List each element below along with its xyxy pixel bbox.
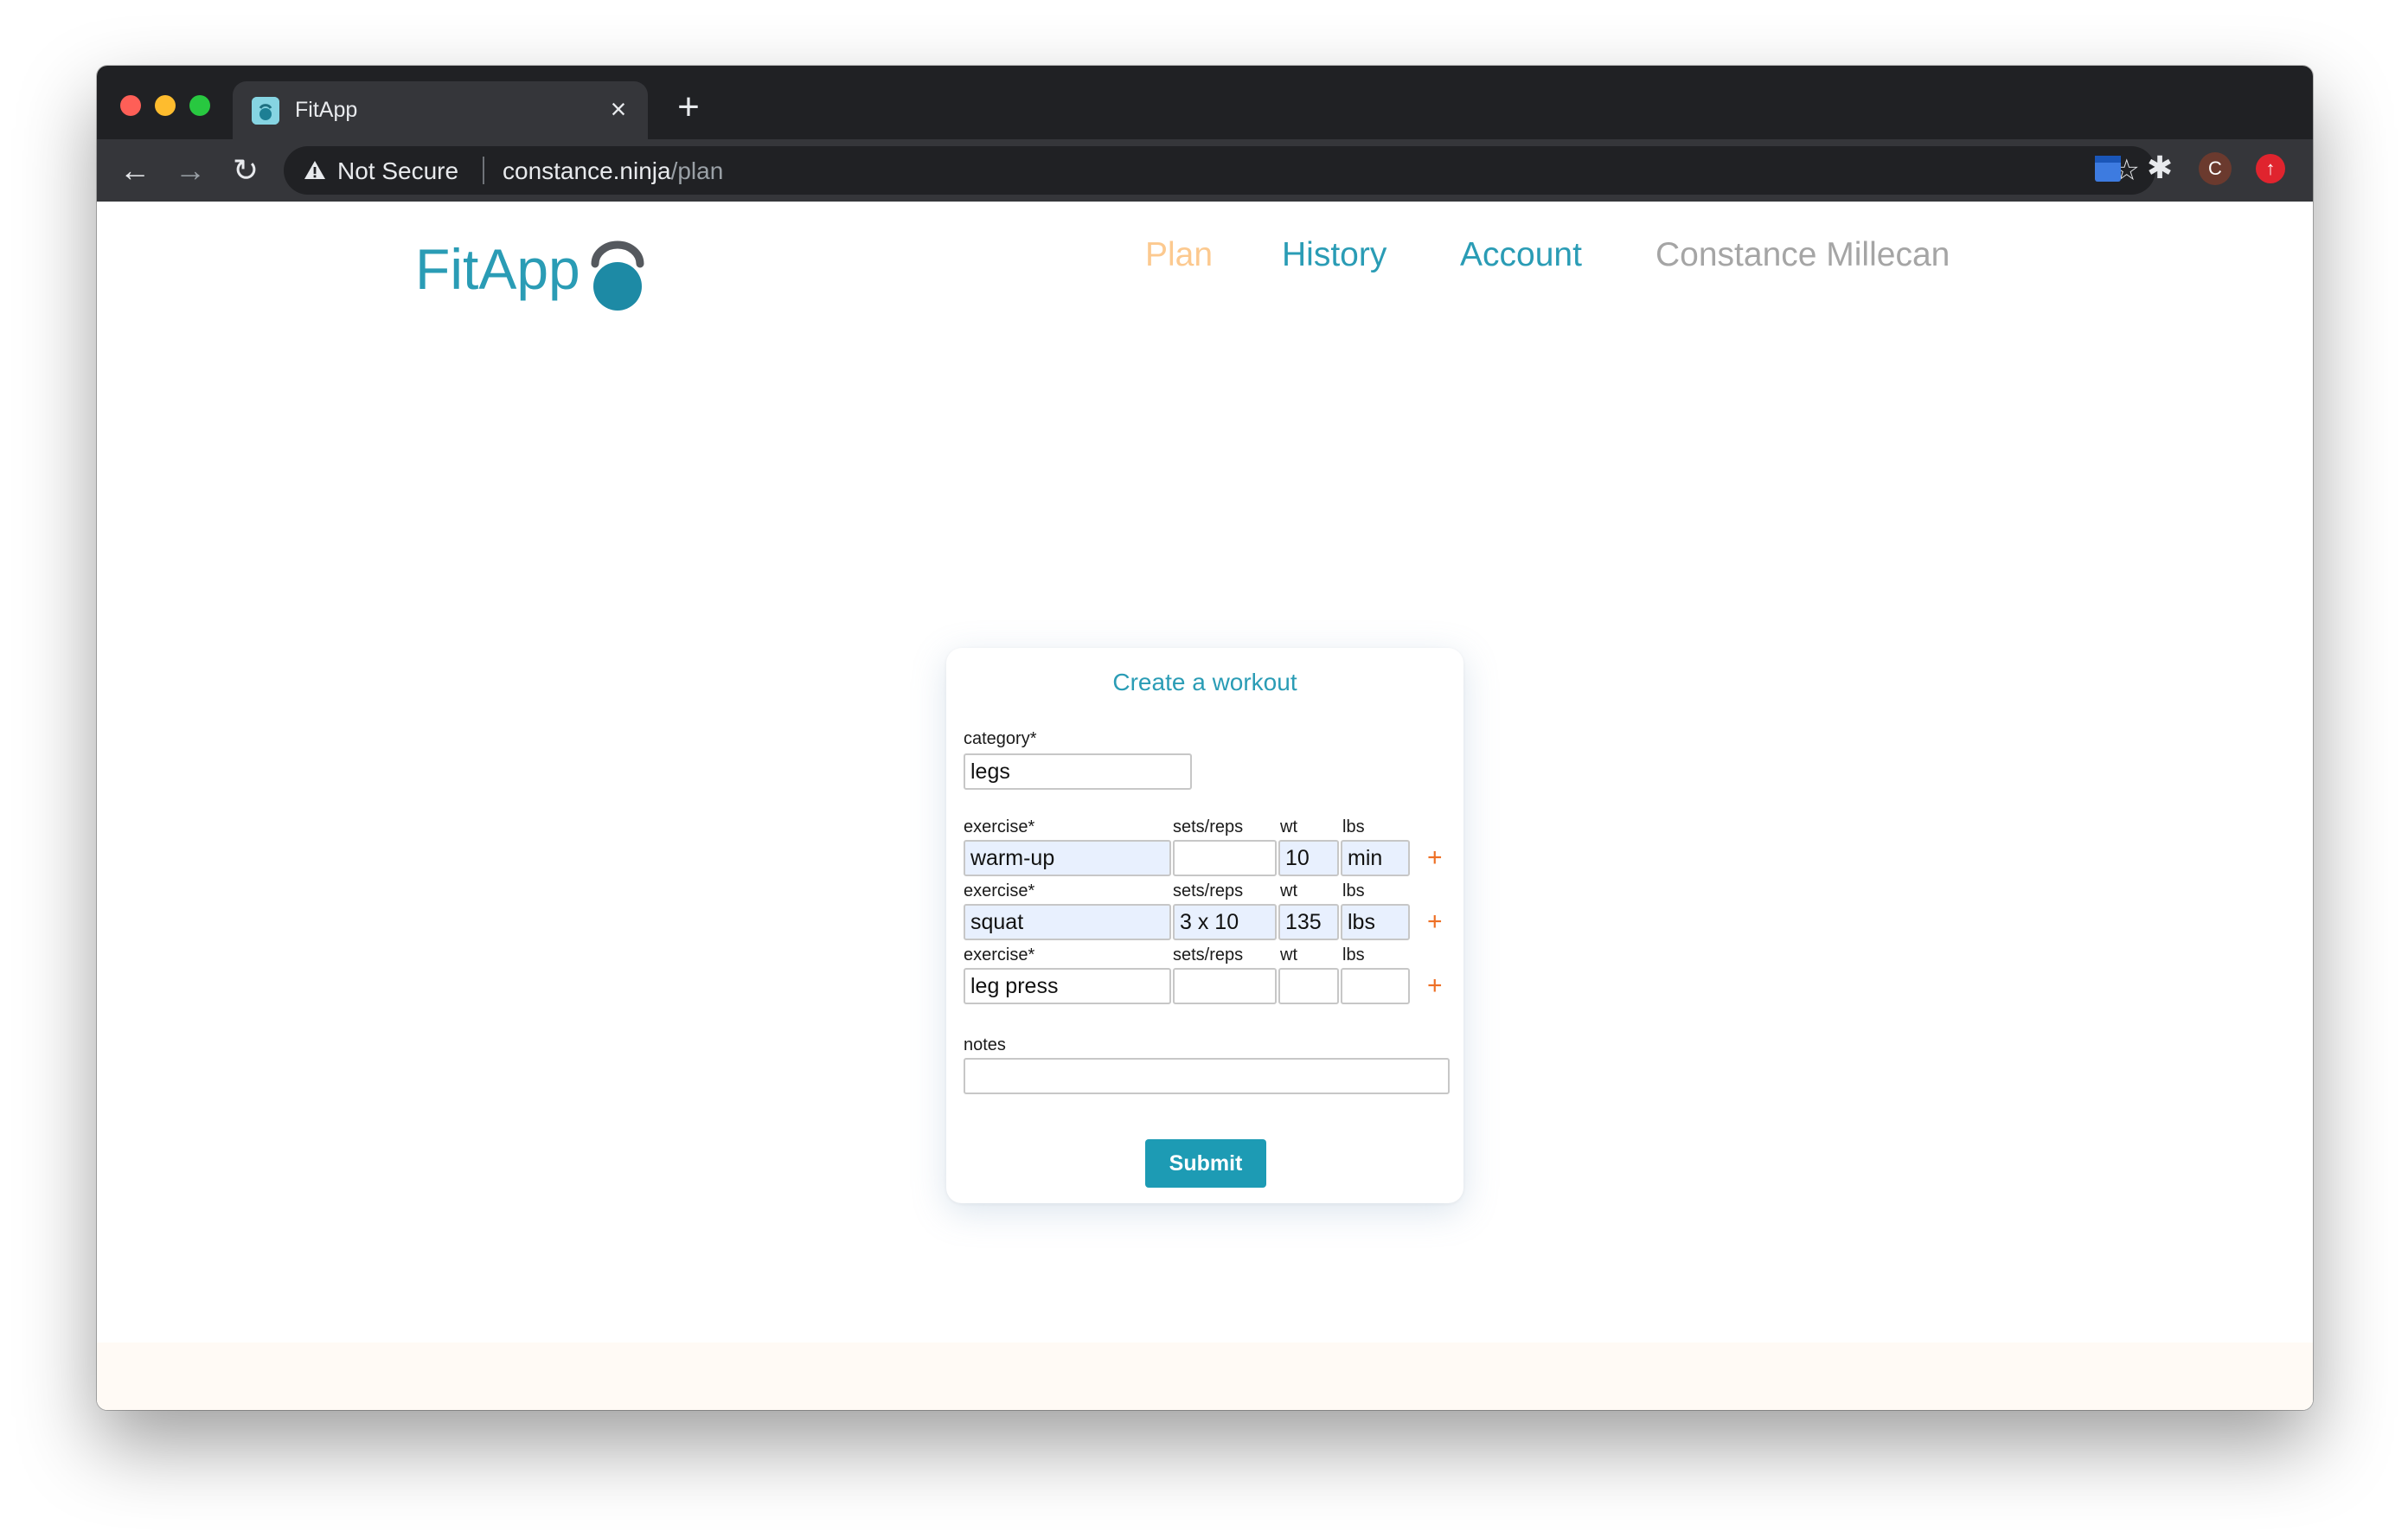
nav-account[interactable]: Account: [1460, 236, 1582, 274]
fitapp-logo[interactable]: FitApp: [415, 236, 580, 302]
update-icon[interactable]: ↑: [2256, 154, 2285, 183]
nav-user-name[interactable]: Constance Millecan: [1656, 236, 1950, 274]
tab-strip: FitApp × +: [97, 66, 2313, 139]
notes-label: notes: [964, 1035, 1006, 1054]
security-status[interactable]: Not Secure: [337, 157, 458, 185]
submit-button[interactable]: Submit: [1145, 1139, 1266, 1188]
category-field[interactable]: legs: [964, 753, 1192, 790]
exercise-field[interactable]: leg press: [964, 968, 1171, 1004]
exercise-label: exercise*: [964, 817, 1035, 836]
close-tab-icon[interactable]: ×: [601, 92, 636, 126]
maximize-window-button[interactable]: [189, 95, 210, 116]
setsreps-field[interactable]: [1173, 968, 1277, 1004]
add-exercise-plus-icon[interactable]: +: [1427, 845, 1443, 871]
back-arrow-icon[interactable]: ←: [114, 150, 156, 191]
wt-field[interactable]: 135: [1278, 904, 1339, 940]
extensions-puzzle-icon[interactable]: ✱: [2147, 151, 2173, 185]
address-separator: [483, 157, 484, 184]
unit-label: lbs: [1342, 881, 1365, 900]
unit-field[interactable]: lbs: [1341, 904, 1410, 940]
unit-label: lbs: [1342, 817, 1365, 836]
url-text[interactable]: constance.ninja/plan: [503, 157, 723, 185]
url-host: constance.ninja: [503, 157, 671, 184]
create-workout-card: Create a workout category* legs exercise…: [946, 648, 1463, 1203]
card-title: Create a workout: [1112, 669, 1297, 695]
setsreps-label: sets/reps: [1173, 881, 1244, 900]
page-footer: [97, 1343, 2313, 1410]
notes-field[interactable]: [964, 1058, 1450, 1094]
wt-label: wt: [1280, 881, 1297, 900]
add-exercise-plus-icon[interactable]: +: [1427, 973, 1443, 999]
setsreps-field[interactable]: 3 x 10: [1173, 904, 1277, 940]
setsreps-label: sets/reps: [1173, 945, 1244, 964]
address-bar[interactable]: Not Secure constance.ninja/plan ☆: [284, 146, 2155, 195]
kettlebell-logo-icon: [591, 240, 644, 311]
browser-toolbar: ← → ↻ Not Secure constance.ninja/plan ☆: [97, 139, 2313, 202]
exercise-label: exercise*: [964, 945, 1035, 964]
unit-label: lbs: [1342, 945, 1365, 964]
extension-calendar-icon[interactable]: [2095, 156, 2121, 182]
url-path: /plan: [670, 157, 724, 184]
tab-fitapp[interactable]: FitApp ×: [233, 81, 648, 139]
setsreps-label: sets/reps: [1173, 817, 1244, 836]
browser-window: FitApp × + ← → ↻ Not Secure constance.ni…: [97, 66, 2313, 1410]
wt-label: wt: [1280, 817, 1297, 836]
warning-triangle-icon[interactable]: [303, 158, 327, 183]
wt-label: wt: [1280, 945, 1297, 964]
reload-icon[interactable]: ↻: [225, 150, 266, 191]
category-label: category*: [964, 729, 1037, 748]
nav-history[interactable]: History: [1282, 236, 1387, 274]
unit-field[interactable]: min: [1341, 840, 1410, 876]
exercise-field[interactable]: warm-up: [964, 840, 1171, 876]
kettlebell-favicon-icon: [252, 97, 279, 125]
new-tab-icon[interactable]: +: [669, 88, 708, 126]
wt-field[interactable]: 10: [1278, 840, 1339, 876]
add-exercise-plus-icon[interactable]: +: [1427, 909, 1443, 935]
exercise-label: exercise*: [964, 881, 1035, 900]
tab-title: FitApp: [295, 98, 358, 122]
wt-field[interactable]: [1278, 968, 1339, 1004]
nav-plan[interactable]: Plan: [1145, 236, 1213, 274]
exercise-field[interactable]: squat: [964, 904, 1171, 940]
forward-arrow-icon[interactable]: →: [170, 150, 211, 191]
page-viewport: FitApp Plan History Account Constance Mi…: [97, 202, 2313, 1410]
setsreps-field[interactable]: [1173, 840, 1277, 876]
minimize-window-button[interactable]: [155, 95, 176, 116]
profile-avatar[interactable]: C: [2199, 152, 2232, 185]
unit-field[interactable]: [1341, 968, 1410, 1004]
close-window-button[interactable]: [120, 95, 141, 116]
